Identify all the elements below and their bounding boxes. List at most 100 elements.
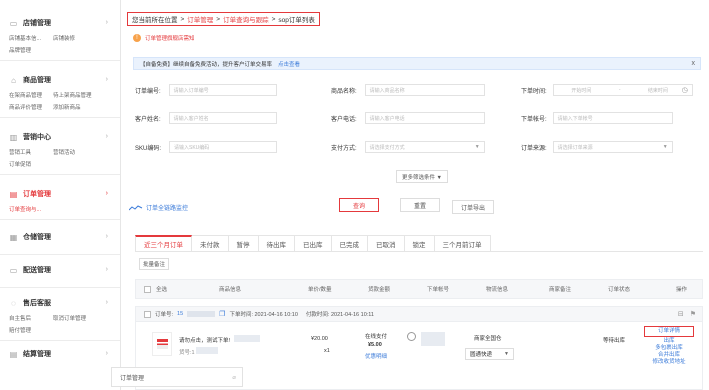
help-link-label: 订单管理旗舰店需知 [145, 36, 195, 42]
bottom-page-tab[interactable]: 订单管理 ⌀ [111, 367, 243, 387]
sidebar-link[interactable]: 添加新商品 [53, 103, 99, 111]
tab-older-orders[interactable]: 三个月前订单 [434, 235, 491, 252]
order-no-input[interactable]: 请输入订单编号 [168, 84, 277, 96]
info-icon: ! [133, 34, 141, 42]
sidebar-item-delivery[interactable]: ▭ 配送管理 › [0, 259, 120, 281]
chevron-down-icon: ▼ [474, 144, 480, 150]
breadcrumb-order-management[interactable]: 订单管理 [187, 14, 213, 24]
sidebar-section-product: ⌂ 商品管理 › 在架商品管理 待上架商品管理 商品评价管理 添加新商品 [0, 61, 120, 118]
order-no-value[interactable]: 15 [177, 311, 183, 317]
batch-remark-button[interactable]: 批量备注 [139, 258, 169, 270]
order-amount: ¥5.00 [368, 342, 382, 348]
edit-address-link[interactable]: 修改收货地址 [644, 359, 694, 366]
sidebar-item-settlement[interactable]: ▤ 结算管理 › [0, 343, 120, 365]
select-all-checkbox[interactable] [144, 285, 151, 293]
tab-pending-shipment[interactable]: 待出库 [258, 235, 295, 252]
sidebar-link[interactable]: 赔付管理 [9, 326, 47, 334]
sidebar-item-store[interactable]: ▭ 店铺管理 › [0, 12, 120, 34]
sidebar-link[interactable]: 店铺基本信... [9, 34, 47, 42]
tab-shipped[interactable]: 已出库 [295, 235, 332, 252]
close-icon[interactable]: x [692, 60, 696, 67]
sku-input[interactable]: 请输入SKU编码 [169, 141, 278, 153]
sidebar-section-service: ◌ 售后客服 › 自主售后 取消订单管理 赔付管理 [0, 288, 120, 341]
discount-detail-link[interactable]: 优惠明细 [365, 352, 387, 360]
tab-recent-orders[interactable]: 近三个月订单 [135, 235, 192, 252]
ship-link[interactable]: 出库 [644, 338, 694, 345]
masked-text [187, 311, 216, 317]
sidebar-link[interactable]: 在架商品管理 [9, 91, 47, 99]
source-select[interactable]: 请选择订单来源 ▼ [552, 141, 673, 153]
sidebar-title-settlement: 结算管理 [23, 351, 51, 358]
order-monitor-link[interactable]: 订单全链路监控 [129, 203, 188, 212]
filter-label: 下单帐号: [521, 116, 547, 123]
payment-placeholder: 请选择支付方式 [369, 144, 405, 151]
breadcrumb-order-query[interactable]: 订单查询与跟踪 [223, 14, 269, 24]
user-icon [407, 332, 416, 341]
breadcrumb-current: sop订单列表 [278, 17, 315, 24]
customer-phone-input[interactable]: 请输入客户电话 [364, 112, 485, 124]
tab-unpaid[interactable]: 未付款 [192, 235, 229, 252]
sidebar-item-marketing[interactable]: ▥ 营销中心 › [0, 126, 120, 148]
more-filters-button[interactable]: 更多筛选条件 ▼ [396, 170, 448, 183]
tab-cancelled[interactable]: 已取消 [368, 235, 405, 252]
sidebar-item-order[interactable]: ▤ 订单管理 › [0, 183, 120, 205]
merge-ship-link[interactable]: 合并出库 [644, 352, 694, 359]
sidebar-link[interactable]: 品牌管理 [9, 46, 47, 54]
source-placeholder: 请选择订单来源 [557, 144, 593, 151]
sidebar-title-delivery: 配送管理 [23, 267, 51, 274]
tab-completed[interactable]: 已完成 [331, 235, 368, 252]
order-no-label: 订单号: [155, 312, 174, 318]
export-button[interactable]: 订单导出 [452, 200, 494, 214]
flag-icon[interactable]: ⚑ [690, 310, 696, 318]
row-actions: ⊟ ⚑ [678, 310, 696, 318]
pin-icon[interactable]: ⌀ [232, 374, 236, 381]
sidebar-link[interactable]: 自主售后 [9, 314, 47, 322]
range-dash: - [618, 87, 621, 93]
sidebar-link-order-query[interactable]: 订单查询与... [9, 205, 47, 213]
sidebar-section-order: ▤ 订单管理 › 订单查询与... [0, 175, 120, 220]
warehouse-icon: ▦ [9, 232, 18, 242]
order-operations: 订单详情 出库 多包裹出库 合并出库 修改收货地址 [644, 326, 694, 366]
product-name-input[interactable]: 请输入商品名称 [364, 84, 485, 96]
sidebar-link[interactable]: 待上架商品管理 [53, 91, 99, 99]
filter-label: 客户电话: [331, 116, 357, 123]
sidebar-link[interactable]: 营销工具 [9, 148, 47, 156]
expand-icon[interactable]: ⊟ [678, 310, 684, 318]
product-thumbnail[interactable] [152, 332, 172, 356]
sidebar-item-service[interactable]: ◌ 售后客服 › [0, 292, 120, 314]
sidebar-title-service: 售后客服 [23, 300, 51, 307]
notice-link[interactable]: 点击查看 [278, 60, 300, 68]
product-title[interactable]: 请勿点击，测试下单! [179, 336, 230, 344]
sidebar-link[interactable]: 取消订单管理 [53, 314, 99, 322]
reset-button[interactable]: 重置 [400, 198, 440, 212]
breadcrumb: 您当前所在位置 > 订单管理 > 订单查询与跟踪 > sop订单列表 [127, 12, 320, 26]
sidebar-link[interactable]: 店铺装修 [53, 34, 99, 42]
account-input[interactable]: 请输入下单帐号 [552, 112, 673, 124]
express-select[interactable]: 圆通快递 ▼ [465, 348, 514, 360]
filter-label: 商品名称: [331, 88, 357, 95]
breadcrumb-prefix: 您当前所在位置 [132, 17, 178, 24]
filter-customer-phone: 客户电话: 请输入客户电话 [331, 112, 485, 124]
copy-icon[interactable]: ❐ [219, 310, 225, 318]
order-checkbox[interactable] [144, 310, 151, 318]
order-time-range-input[interactable]: 开始时间 - 结束时间 ◷ [552, 84, 693, 96]
sidebar-link[interactable]: 商品评价管理 [9, 103, 47, 111]
tab-locked[interactable]: 锁定 [404, 235, 435, 252]
query-button[interactable]: 查询 [339, 198, 379, 212]
order-detail-link[interactable]: 订单详情 [644, 326, 694, 337]
sidebar-item-warehouse[interactable]: ▦ 仓储管理 › [0, 226, 120, 248]
chevron-down-icon: ▼ [504, 351, 509, 357]
sidebar-link[interactable]: 营销活动 [53, 148, 99, 156]
multi-package-ship-link[interactable]: 多包裹出库 [644, 345, 694, 352]
sidebar-section-marketing: ▥ 营销中心 › 营销工具 营销活动 订单促销 [0, 118, 120, 175]
customer-name-input[interactable]: 请输入客户姓名 [168, 112, 277, 124]
chevron-right-icon: › [105, 233, 108, 240]
sidebar-link[interactable]: 订单促销 [9, 160, 47, 168]
filter-label: SKU编码: [135, 145, 162, 152]
tab-paused[interactable]: 暂停 [228, 235, 259, 252]
bottom-tab-label: 订单管理 [120, 375, 145, 382]
help-link[interactable]: ! 订单管理旗舰店需知 [133, 34, 195, 42]
sidebar-item-product[interactable]: ⌂ 商品管理 › [0, 69, 120, 91]
payment-select[interactable]: 请选择支付方式 ▼ [364, 141, 485, 153]
sidebar: ▭ 店铺管理 › 店铺基本信... 店铺装修 品牌管理 ⌂ 商品管理 › 在架商… [0, 0, 121, 390]
